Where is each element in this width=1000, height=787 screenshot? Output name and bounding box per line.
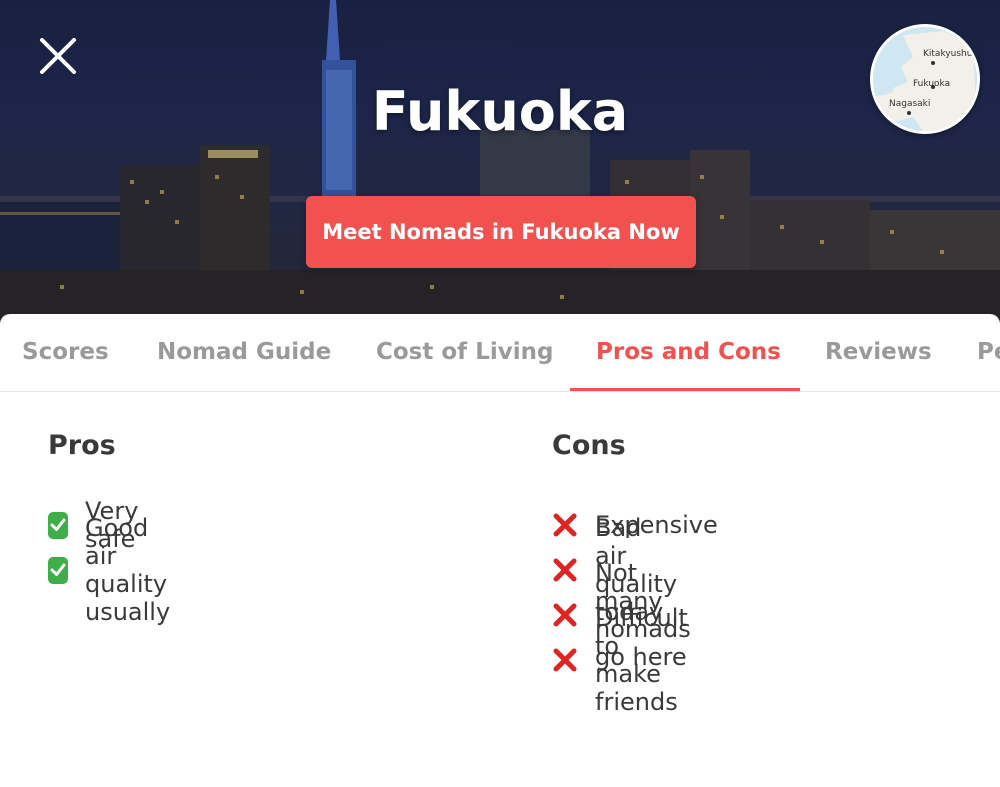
map-label-nagasaki: Nagasaki: [889, 99, 931, 109]
content-sheet: Scores Nomad Guide Cost of Living Pros a…: [0, 314, 1000, 787]
active-tab-indicator: [570, 388, 800, 391]
con-item-label: Difficult to make friends: [595, 604, 688, 716]
tab-people[interactable]: Pe: [977, 314, 1000, 391]
map-label-fukuoka: Fukuoka: [913, 79, 951, 89]
meet-nomads-button[interactable]: Meet Nomads in Fukuoka Now: [306, 196, 696, 268]
cross-mark-icon: [551, 601, 579, 629]
cross-mark-icon: [551, 556, 579, 584]
tab-bar: Scores Nomad Guide Cost of Living Pros a…: [0, 314, 1000, 392]
city-title: Fukuoka: [371, 80, 629, 143]
pros-title: Pros: [48, 430, 116, 461]
tab-scores[interactable]: Scores: [22, 314, 109, 391]
tab-nomad-guide[interactable]: Nomad Guide: [157, 314, 331, 391]
cons-title: Cons: [552, 430, 626, 461]
con-item: Difficult to make friends: [551, 604, 688, 716]
tab-reviews[interactable]: Reviews: [825, 314, 932, 391]
close-button[interactable]: [36, 34, 80, 78]
hero-overlay: [0, 0, 1000, 330]
hero-banner: Fukuoka Kitakyushu Fukuoka Nagasaki Meet…: [0, 0, 1000, 330]
cross-mark-icon: [551, 646, 579, 674]
close-icon: [40, 38, 76, 74]
cross-mark-icon: [551, 511, 579, 539]
map-thumbnail[interactable]: Kitakyushu Fukuoka Nagasaki: [870, 24, 980, 134]
check-mark-icon: [48, 511, 68, 539]
tab-cost-of-living[interactable]: Cost of Living: [376, 314, 553, 391]
tab-pros-and-cons[interactable]: Pros and Cons: [596, 314, 781, 391]
pro-item-label: Good air quality usually: [85, 514, 171, 626]
check-mark-icon: [48, 556, 68, 584]
map-label-kitakyushu: Kitakyushu: [923, 49, 973, 59]
pro-item: Good air quality usually: [48, 514, 177, 626]
